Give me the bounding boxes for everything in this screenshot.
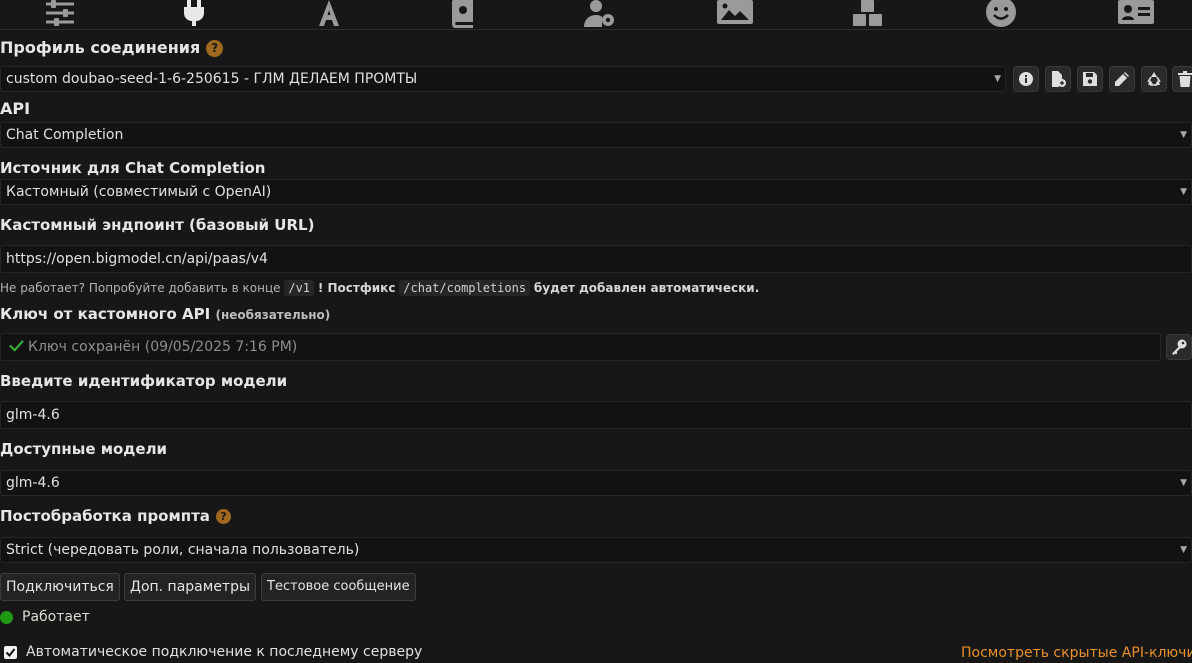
model-id-input[interactable]: glm-4.6 [0,401,1192,429]
api-key-heading: Ключ от кастомного API (необязательно) [0,305,330,323]
api-value: Chat Completion [6,127,124,143]
profile-new-button[interactable] [1045,66,1071,92]
test-message-button[interactable]: Тестовое сообщение [261,573,416,601]
key-icon [1172,339,1187,355]
help-icon[interactable]: ? [215,509,231,524]
api-label: API [0,99,31,118]
hint-text: Не работает? Попробуйте добавить в конце [0,281,281,295]
available-models-value: glm-4.6 [6,475,60,491]
chevron-down-icon: ▼ [1180,478,1187,488]
postprocessing-select[interactable]: Strict (чередовать роли, сначала пользов… [0,537,1192,563]
profile-rename-button[interactable] [1109,66,1135,92]
connection-profile-value: custom doubao-seed-1-6-250615 - ГЛМ ДЕЛА… [6,71,418,87]
api-key-label: Ключ от кастомного API [0,305,211,323]
plug-icon[interactable] [176,0,212,28]
source-select[interactable]: Кастомный (совместимый с OpenAI) ▼ [0,179,1192,205]
status-indicator [0,611,13,624]
user-gear-icon[interactable] [582,0,618,28]
api-key-optional: (необязательно) [215,308,331,322]
auto-connect-label: Автоматическое подключение к последнему … [26,644,423,660]
endpoint-url-input[interactable]: https://open.bigmodel.cn/api/paas/v4 [0,245,1192,273]
smiley-icon[interactable] [983,0,1019,28]
help-icon[interactable]: ? [206,40,224,57]
sliders-icon[interactable] [42,0,78,28]
file-plus-icon [1052,71,1066,87]
connection-profile-select[interactable]: custom doubao-seed-1-6-250615 - ГЛМ ДЕЛА… [0,66,1006,92]
extra-params-button[interactable]: Доп. параметры [124,573,257,601]
status-text: Работает [22,609,90,625]
api-key-input[interactable]: Ключ сохранён (09/05/2025 7:16 PM) [0,333,1161,361]
chevron-down-icon: ▼ [1180,545,1187,555]
auto-connect-checkbox[interactable] [4,646,17,659]
view-hidden-api-keys-link[interactable]: Посмотреть скрытые API-ключи [961,645,1192,661]
id-card-icon[interactable] [1118,0,1154,28]
font-icon[interactable] [311,0,347,28]
endpoint-hint: Не работает? Попробуйте добавить в конце… [0,280,760,296]
book-icon[interactable] [445,0,481,28]
api-key-manage-button[interactable] [1166,334,1192,360]
available-models-label: Доступные модели [0,440,168,458]
recycle-icon [1147,72,1161,86]
hint-code-chat-completions: /chat/completions [399,280,531,296]
source-value: Кастомный (совместимый с OpenAI) [6,184,272,200]
check-icon [9,340,24,352]
connection-profile-heading: Профиль соединения? [0,38,224,57]
api-key-saved-text: Ключ сохранён (09/05/2025 7:16 PM) [28,339,298,355]
profile-save-button[interactable] [1077,66,1103,92]
connect-button[interactable]: Подключиться [0,573,120,601]
checkmark-icon [5,648,16,658]
profile-update-button[interactable] [1141,66,1167,92]
api-select[interactable]: Chat Completion ▼ [0,122,1192,148]
chevron-down-icon: ▼ [994,74,1001,84]
available-models-select[interactable]: glm-4.6 ▼ [0,470,1192,496]
chevron-down-icon: ▼ [1180,187,1187,197]
cubes-icon[interactable] [850,0,886,28]
postprocessing-heading: Постобработка промпта? [0,507,231,525]
pencil-icon [1115,72,1129,86]
chevron-down-icon: ▼ [1180,130,1187,140]
image-icon[interactable] [717,0,753,28]
source-label: Источник для Chat Completion [0,159,266,177]
info-icon [1019,72,1033,86]
model-id-label: Введите идентификатор модели [0,372,288,390]
hint-text-postfix: ! Постфикс [317,281,396,295]
postprocessing-label: Постобработка промпта [0,507,210,525]
profile-delete-button[interactable] [1172,66,1192,92]
postprocessing-value: Strict (чередовать роли, сначала пользов… [6,542,360,558]
trash-icon [1178,71,1192,87]
connection-profile-title: Профиль соединения [0,38,201,57]
top-navigation-bar [0,0,1192,30]
hint-code-v1: /v1 [284,280,315,296]
save-icon [1083,72,1097,86]
endpoint-label: Кастомный эндпоинт (базовый URL) [0,216,315,234]
profile-info-button[interactable] [1013,66,1039,92]
hint-text-auto: будет добавлен автоматически. [533,281,760,295]
